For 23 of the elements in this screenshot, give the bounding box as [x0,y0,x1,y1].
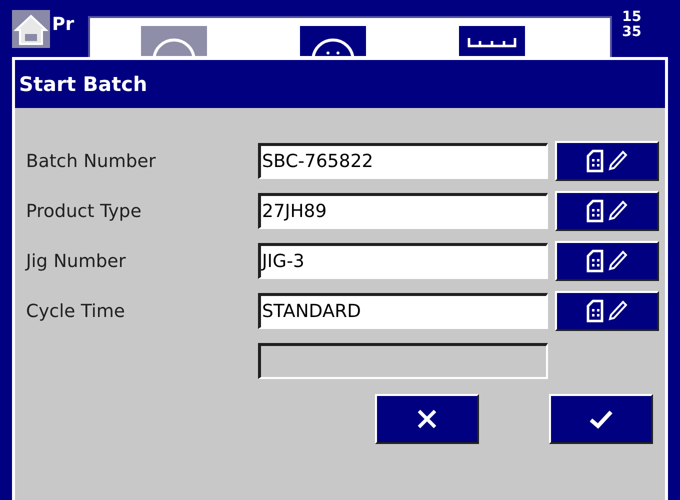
field-label: Product Type [26,200,142,222]
field-label: Jig Number [26,250,127,272]
face-icon[interactable] [300,26,366,56]
app-label: Pr [52,14,76,35]
confirm-button[interactable] [549,394,653,444]
dialog-title: Start Batch [15,60,665,108]
keyboard-edit-button[interactable] [555,241,659,281]
keyboard-edit-button[interactable] [555,291,659,331]
close-icon [416,408,438,430]
field-label: Cycle Time [26,300,126,322]
ruler-icon[interactable] [459,26,525,56]
keyboard-edit-button[interactable] [555,191,659,231]
input-field[interactable]: JIG-3 [258,243,548,279]
input-field[interactable]: STANDARD [258,293,548,329]
clock-text: 35 [622,25,642,40]
cancel-button[interactable] [375,394,479,444]
input-field[interactable]: SBC-765822 [258,143,548,179]
keyboard-edit-button[interactable] [555,141,659,181]
input-field[interactable]: 27JH89 [258,193,548,229]
clock-text: 15 [622,10,642,25]
check-icon [588,408,614,430]
home-icon[interactable] [12,10,50,48]
field-label: Batch Number [26,150,157,172]
